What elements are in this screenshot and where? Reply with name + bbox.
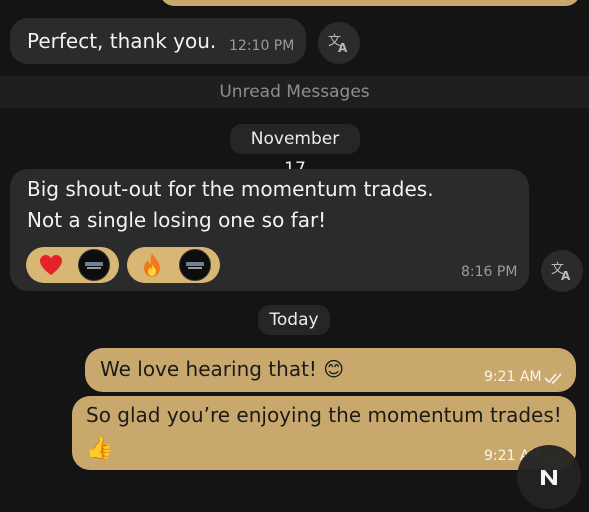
reaction-fire[interactable] <box>127 247 220 283</box>
heart-icon <box>33 247 69 283</box>
reaction-heart[interactable] <box>26 247 119 283</box>
message-text: We love hearing that! 😊 <box>100 357 345 381</box>
previous-outgoing-bubble[interactable] <box>160 0 580 6</box>
reactor-avatar <box>78 249 110 281</box>
translate-icon: 文 A <box>551 262 571 282</box>
svg-text:A: A <box>561 269 571 282</box>
message-bubble-shoutout[interactable]: Big shout-out for the momentum trades. N… <box>10 169 529 291</box>
fire-icon <box>134 247 170 283</box>
reactor-avatar <box>179 249 211 281</box>
date-label: Today <box>269 310 319 330</box>
message-text-line1: Big shout-out for the momentum trades. <box>27 177 434 201</box>
message-text-line2: Not a single losing one so far! <box>27 208 327 232</box>
translate-button[interactable]: 文 A <box>541 250 583 292</box>
svg-text:A: A <box>338 41 348 54</box>
message-bubble-perfect[interactable]: Perfect, thank you. 12:10 PM <box>10 18 306 64</box>
message-text: Perfect, thank you. <box>27 29 217 53</box>
floating-app-button[interactable] <box>517 445 581 509</box>
message-time: 12:10 PM <box>229 38 295 54</box>
app-logo-icon <box>541 470 557 485</box>
message-time: 8:16 PM <box>461 264 518 280</box>
date-separator-november: November 17 <box>230 124 360 179</box>
translate-icon: 文 A <box>328 34 348 54</box>
date-separator-today: Today <box>258 305 330 335</box>
message-text: So glad you’re enjoying the momentum tra… <box>86 403 562 427</box>
chat-screen: Perfect, thank you. 12:10 PM 文 A Unread … <box>0 0 589 512</box>
thumbs-up-emoji: 👍 <box>86 436 114 461</box>
message-bubble-glad[interactable]: So glad you’re enjoying the momentum tra… <box>72 396 576 470</box>
message-time: 9:21 AM <box>484 369 542 385</box>
double-check-icon <box>544 373 562 385</box>
unread-messages-label: Unread Messages <box>219 82 370 102</box>
unread-messages-divider: Unread Messages <box>0 76 589 108</box>
translate-button[interactable]: 文 A <box>318 22 360 64</box>
message-bubble-love[interactable]: We love hearing that! 😊 9:21 AM <box>85 348 576 392</box>
